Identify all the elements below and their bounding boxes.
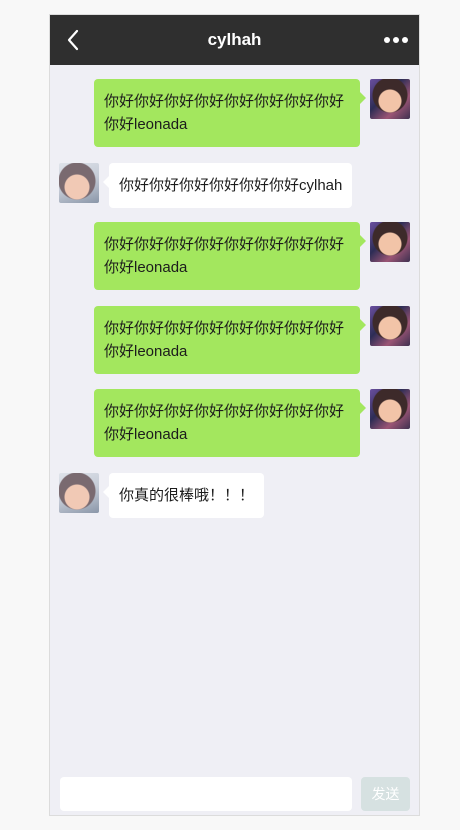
chat-title: cylhah xyxy=(207,30,262,49)
message-input[interactable] xyxy=(60,777,352,811)
my-message-bubble: 你好你好你好你好你好你好你好你好你好leonada xyxy=(94,222,366,290)
contact-message-bubble: 你好你好你好你好你好你好cylhah xyxy=(102,163,353,208)
my-message-bubble: 你好你好你好你好你好你好你好你好你好leonada xyxy=(94,389,366,457)
message-composer: 发送 xyxy=(50,769,419,815)
my-message-bubble: 你好你好你好你好你好你好你好你好你好leonada xyxy=(94,306,366,374)
my-avatar[interactable] xyxy=(370,79,410,119)
my-avatar[interactable] xyxy=(370,222,410,262)
phone-frame: cylhah 你好你好你好你好你好你好你好你好你好leonada 你好你好你好你… xyxy=(49,14,420,816)
my-avatar[interactable] xyxy=(370,389,410,429)
chat-header: cylhah xyxy=(50,15,419,65)
more-button[interactable] xyxy=(379,27,413,53)
more-dot xyxy=(402,37,408,43)
my-avatar[interactable] xyxy=(370,306,410,346)
my-message-bubble: 你好你好你好你好你好你好你好你好你好leonada xyxy=(94,79,366,147)
contact-message-bubble: 你真的很棒哦！！！ xyxy=(102,473,265,518)
send-button[interactable]: 发送 xyxy=(361,777,410,811)
contact-avatar[interactable] xyxy=(59,473,99,513)
more-dot xyxy=(393,37,399,43)
more-dots-icon xyxy=(384,37,390,43)
contact-avatar[interactable] xyxy=(59,163,99,203)
